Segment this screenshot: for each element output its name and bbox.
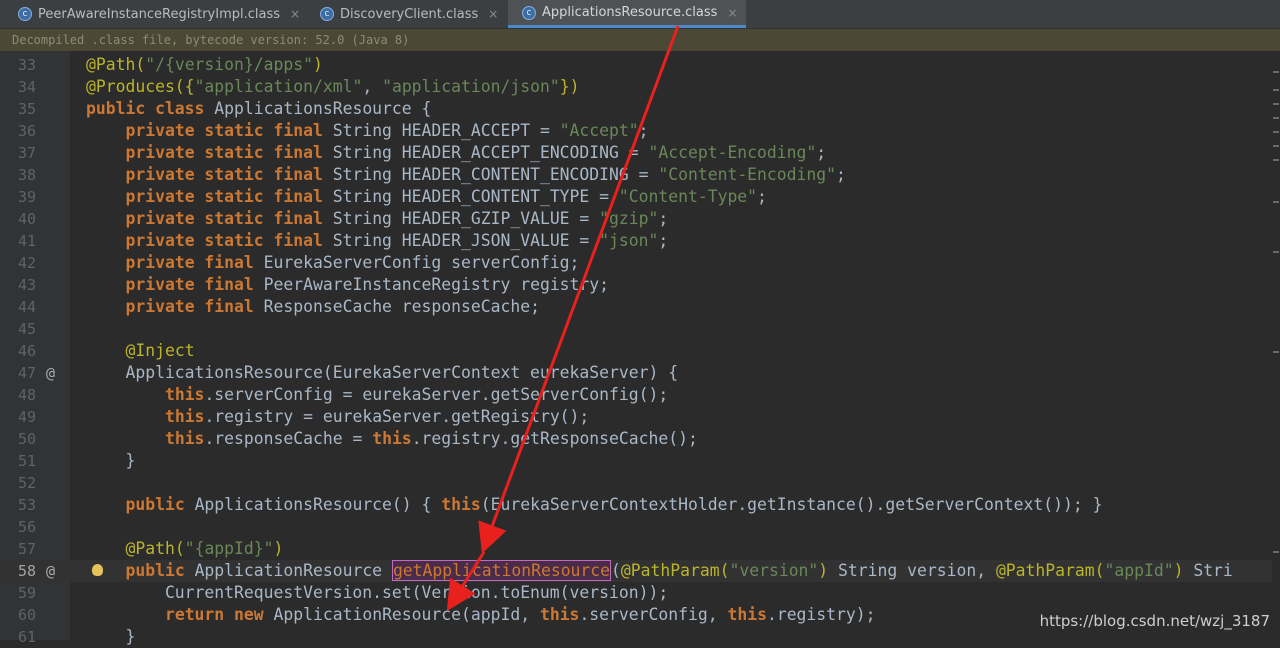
annotation-arrows bbox=[446, 25, 680, 612]
arrow-to-method bbox=[478, 25, 680, 554]
arrow-to-resource bbox=[446, 551, 486, 612]
